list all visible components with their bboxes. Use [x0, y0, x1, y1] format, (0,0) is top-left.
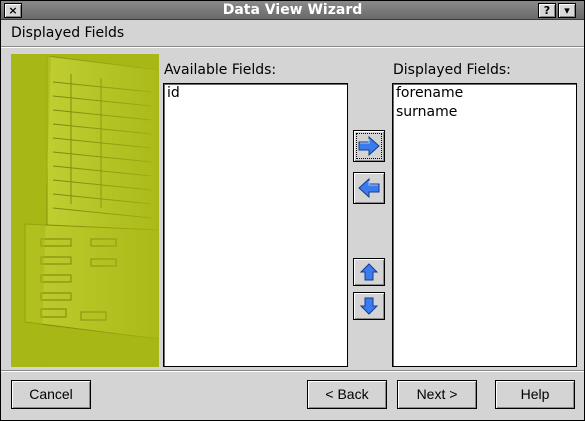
arrow-up-icon: [359, 263, 379, 281]
available-fields-list[interactable]: id: [163, 83, 348, 367]
help-button[interactable]: Help: [495, 380, 575, 409]
wizard-side-image: [11, 54, 159, 367]
next-button[interactable]: Next >: [397, 380, 477, 409]
list-item[interactable]: forename: [393, 84, 576, 103]
help-icon[interactable]: ?: [538, 3, 556, 18]
wizard-window: × Data View Wizard ? ▾ Displayed Fields: [0, 0, 585, 421]
window-title: Data View Wizard: [222, 2, 363, 18]
available-fields-label: Available Fields:: [164, 62, 277, 78]
displayed-fields-list[interactable]: forename surname: [392, 83, 577, 367]
list-item[interactable]: id: [164, 84, 347, 103]
list-item[interactable]: surname: [393, 103, 576, 122]
window-menu-icon[interactable]: ▾: [558, 3, 576, 18]
arrow-left-icon: [358, 177, 380, 199]
move-up-button[interactable]: [353, 258, 385, 286]
page-header: Displayed Fields: [1, 20, 584, 47]
title-bar[interactable]: × Data View Wizard ? ▾: [1, 1, 584, 20]
add-field-button[interactable]: [353, 130, 385, 162]
page-title: Displayed Fields: [11, 25, 125, 41]
displayed-fields-label: Displayed Fields:: [393, 62, 511, 78]
arrow-down-icon: [359, 297, 379, 315]
move-down-button[interactable]: [353, 292, 385, 320]
cancel-button[interactable]: Cancel: [11, 380, 91, 409]
arrow-right-icon: [358, 135, 380, 157]
remove-field-button[interactable]: [353, 172, 385, 204]
back-button[interactable]: < Back: [307, 380, 387, 409]
header-divider: [1, 46, 584, 48]
footer-divider: [1, 370, 584, 372]
